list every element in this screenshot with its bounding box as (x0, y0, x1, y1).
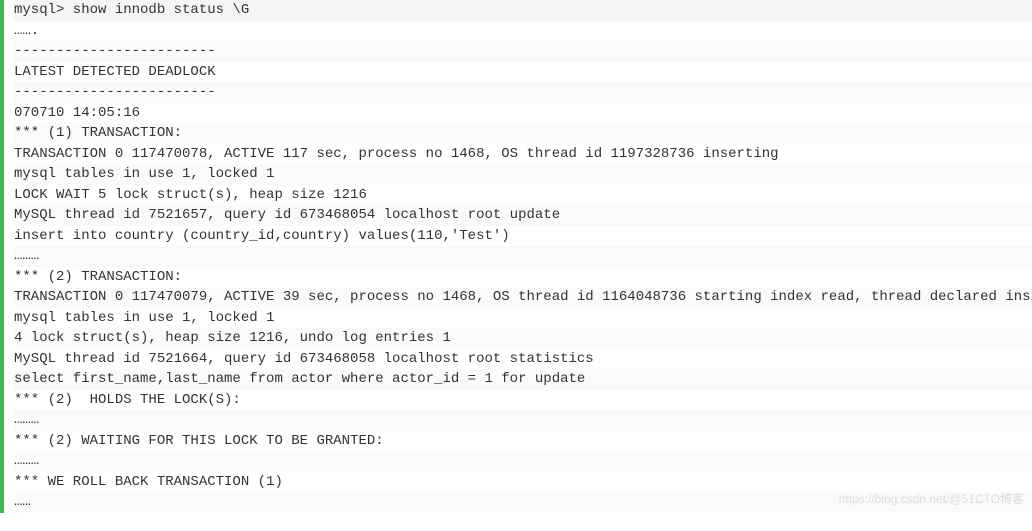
terminal-line: mysql> show innodb status \G (14, 0, 1032, 21)
terminal-line: ……… (14, 410, 1032, 431)
terminal-line: …… (14, 492, 1032, 513)
terminal-line: *** (2) WAITING FOR THIS LOCK TO BE GRAN… (14, 431, 1032, 452)
terminal-line: *** (1) TRANSACTION: (14, 123, 1032, 144)
terminal-line: *** WE ROLL BACK TRANSACTION (1) (14, 472, 1032, 493)
terminal-line: TRANSACTION 0 117470078, ACTIVE 117 sec,… (14, 144, 1032, 165)
terminal-line: LATEST DETECTED DEADLOCK (14, 62, 1032, 83)
terminal-line: TRANSACTION 0 117470079, ACTIVE 39 sec, … (14, 287, 1032, 308)
terminal-line: 070710 14:05:16 (14, 103, 1032, 124)
terminal-line: *** (2) HOLDS THE LOCK(S): (14, 390, 1032, 411)
terminal-line: ……… (14, 246, 1032, 267)
terminal-line: insert into country (country_id,country)… (14, 226, 1032, 247)
terminal-line: *** (2) TRANSACTION: (14, 267, 1032, 288)
terminal-line: ------------------------ (14, 82, 1032, 103)
terminal-line: ……. (14, 21, 1032, 42)
terminal-line: select first_name,last_name from actor w… (14, 369, 1032, 390)
terminal-line: mysql tables in use 1, locked 1 (14, 164, 1032, 185)
terminal-line: MySQL thread id 7521657, query id 673468… (14, 205, 1032, 226)
terminal-line: LOCK WAIT 5 lock struct(s), heap size 12… (14, 185, 1032, 206)
terminal-line: ……… (14, 451, 1032, 472)
terminal-line: ------------------------ (14, 41, 1032, 62)
terminal-line: MySQL thread id 7521664, query id 673468… (14, 349, 1032, 370)
terminal-line: 4 lock struct(s), heap size 1216, undo l… (14, 328, 1032, 349)
terminal-line: mysql tables in use 1, locked 1 (14, 308, 1032, 329)
terminal-output: mysql> show innodb status \G ……. -------… (0, 0, 1032, 513)
